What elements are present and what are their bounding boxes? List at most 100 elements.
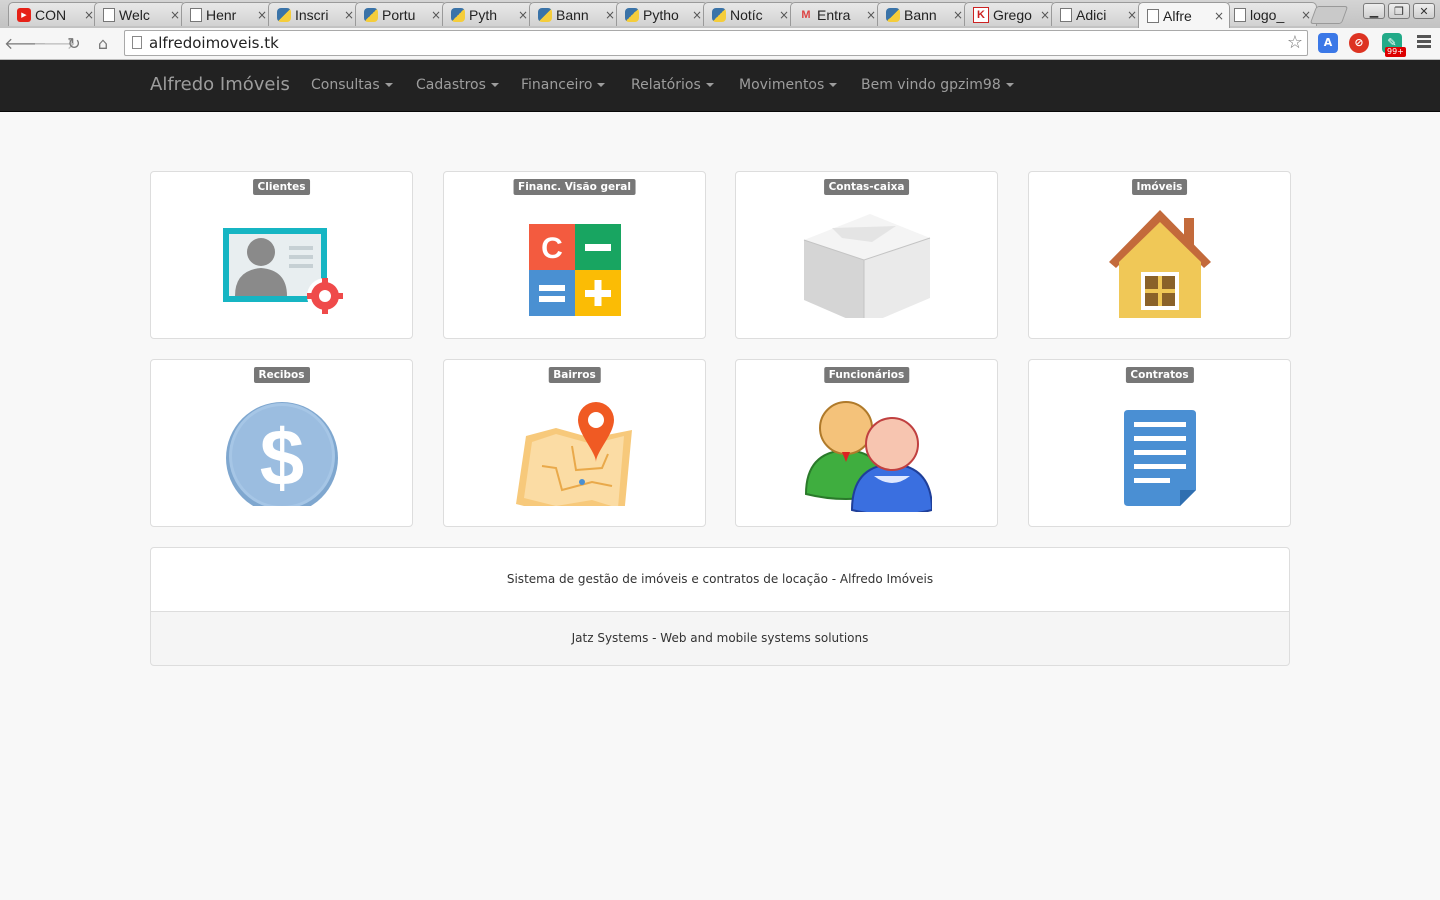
browser-toolbar: 🡐 🡒 ↻ ⌂ alfredoimoveis.tk ☆ A ⊘ ✎: [0, 28, 1440, 60]
new-tab-button[interactable]: [1309, 6, 1349, 24]
document-icon: [1123, 410, 1196, 506]
tab-title: Bann: [556, 6, 589, 23]
forward-icon[interactable]: 🡒: [33, 33, 76, 55]
nav-user-menu[interactable]: Bem vindo gpzim98: [861, 77, 1014, 93]
browser-tab[interactable]: K Grego ×: [964, 2, 1056, 26]
app-navbar: Alfredo Imóveis Consultas Cadastros Fina…: [0, 60, 1440, 112]
browser-tab[interactable]: Henr ×: [181, 2, 273, 26]
close-tab-icon[interactable]: ×: [1039, 8, 1051, 22]
close-tab-icon[interactable]: ×: [1126, 8, 1138, 22]
tile-label: Imóveis: [1131, 179, 1188, 195]
nav-financeiro[interactable]: Financeiro: [521, 77, 606, 93]
browser-tab-active[interactable]: Alfre ×: [1138, 2, 1230, 28]
close-tab-icon[interactable]: ×: [952, 8, 964, 22]
page-icon: [1060, 7, 1072, 22]
tab-title: Inscri: [295, 6, 329, 23]
python-icon: [712, 7, 726, 22]
page-icon: [132, 36, 142, 49]
tile-clientes[interactable]: Clientes: [150, 171, 413, 339]
nav-cadastros[interactable]: Cadastros: [416, 77, 499, 93]
python-icon: [886, 7, 900, 22]
browser-tab[interactable]: Adici ×: [1051, 2, 1143, 26]
close-tab-icon[interactable]: ×: [1213, 9, 1225, 23]
tile-imoveis[interactable]: Imóveis: [1028, 171, 1291, 339]
page-icon: [1147, 8, 1159, 23]
browser-tab[interactable]: Notíc ×: [703, 2, 795, 26]
gmail-icon: M: [801, 8, 811, 21]
calculator-icon: C: [528, 224, 621, 316]
close-tab-icon[interactable]: ×: [865, 8, 877, 22]
browser-tab[interactable]: Bann ×: [529, 2, 621, 26]
minimize-button[interactable]: ▁: [1363, 3, 1385, 19]
svg-text:C: C: [541, 232, 563, 265]
brand-link[interactable]: Alfredo Imóveis: [150, 74, 290, 95]
close-tab-icon[interactable]: ×: [604, 8, 616, 22]
caret-down-icon: [490, 83, 499, 87]
tile-contratos[interactable]: Contratos: [1028, 359, 1291, 527]
nav-label: Movimentos: [739, 77, 825, 93]
tab-title: Notíc: [730, 6, 763, 23]
extension-icon[interactable]: ⊘: [1349, 33, 1369, 53]
tile-contas-caixa[interactable]: Contas-caixa: [735, 171, 998, 339]
nav-movimentos[interactable]: Movimentos: [739, 77, 838, 93]
nav-relatorios[interactable]: Relatórios: [631, 77, 714, 93]
translate-extension-icon[interactable]: A: [1318, 33, 1338, 53]
browser-tab[interactable]: Portu ×: [355, 2, 447, 26]
nav-label: Bem vindo gpzim98: [861, 77, 1001, 93]
box-icon: [803, 214, 930, 318]
dollar-coin-icon: $: [225, 402, 338, 506]
close-tab-icon[interactable]: ×: [169, 8, 181, 22]
tile-financ-visao-geral[interactable]: Financ. Visão geral C: [443, 171, 706, 339]
nav-consultas[interactable]: Consultas: [311, 77, 393, 93]
reload-icon[interactable]: ↻: [63, 33, 85, 55]
python-icon: [277, 7, 291, 22]
browser-tab[interactable]: logo_ ×: [1225, 2, 1317, 26]
browser-tab[interactable]: ▶ CON ×: [8, 2, 100, 26]
tile-bairros[interactable]: Bairros: [443, 359, 706, 527]
browser-tab[interactable]: Pytho ×: [616, 2, 708, 26]
map-pin-icon: [515, 402, 632, 506]
close-tab-icon[interactable]: ×: [343, 8, 355, 22]
nav-label: Consultas: [311, 77, 380, 93]
browser-tab[interactable]: Pyth ×: [442, 2, 534, 26]
restore-button[interactable]: ❐: [1388, 3, 1410, 19]
browser-tab[interactable]: Inscri ×: [268, 2, 360, 26]
close-tab-icon[interactable]: ×: [256, 8, 268, 22]
tile-recibos[interactable]: Recibos $: [150, 359, 413, 527]
close-tab-icon[interactable]: ×: [517, 8, 529, 22]
bookmark-star-icon[interactable]: ☆: [1287, 32, 1303, 53]
tab-title: Entra: [817, 6, 851, 23]
caret-down-icon: [705, 83, 714, 87]
browser-tab[interactable]: M Entra ×: [790, 2, 882, 26]
tab-title: Henr: [206, 6, 237, 23]
extension-badge: 99+: [1385, 47, 1406, 57]
k-icon: K: [973, 6, 989, 23]
address-bar[interactable]: alfredoimoveis.tk ☆: [124, 30, 1308, 56]
url-text[interactable]: alfredoimoveis.tk: [149, 34, 279, 52]
close-tab-icon[interactable]: ×: [430, 8, 442, 22]
caret-down-icon: [1005, 83, 1014, 87]
tab-title: Bann: [904, 6, 937, 23]
tile-funcionarios[interactable]: Funcionários: [735, 359, 998, 527]
home-icon[interactable]: ⌂: [92, 33, 114, 55]
tab-title: CON: [35, 6, 67, 23]
browser-menu-icon[interactable]: [1417, 35, 1431, 50]
svg-text:$: $: [259, 413, 304, 502]
caret-down-icon: [597, 83, 606, 87]
close-tab-icon[interactable]: ×: [778, 8, 790, 22]
page-icon: [103, 7, 115, 22]
tile-label: Bairros: [548, 367, 601, 383]
close-tab-icon[interactable]: ×: [691, 8, 703, 22]
nav-label: Cadastros: [416, 77, 486, 93]
python-icon: [625, 7, 639, 22]
tab-title: Pytho: [643, 6, 679, 23]
browser-tab[interactable]: Welc ×: [94, 2, 186, 26]
tile-label: Funcionários: [823, 367, 910, 383]
close-window-button[interactable]: ✕: [1413, 3, 1435, 19]
client-card-icon: [222, 228, 343, 314]
credits-panel: Jatz Systems - Web and mobile systems so…: [150, 611, 1290, 666]
caret-down-icon: [384, 83, 393, 87]
browser-tab[interactable]: Bann ×: [877, 2, 969, 26]
back-icon[interactable]: 🡐: [4, 33, 47, 55]
caret-down-icon: [829, 83, 838, 87]
